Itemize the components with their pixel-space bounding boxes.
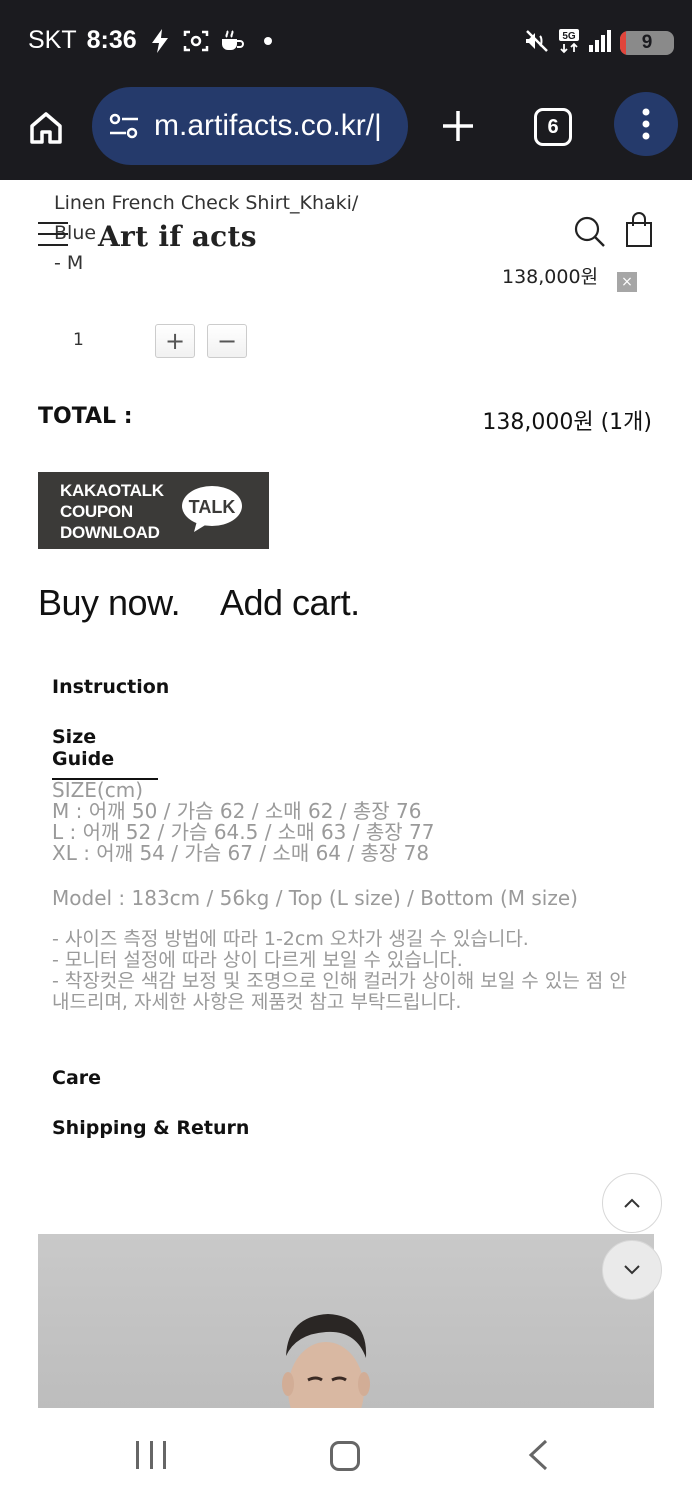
plus-icon[interactable] [436,104,480,148]
tab-switcher-button[interactable]: 6 [534,108,572,146]
url-bar[interactable]: m.artifacts.co.kr/| [92,87,408,165]
tune-icon[interactable] [106,108,142,144]
flash-icon [147,28,173,54]
coupon-line: KAKAOTALK [60,481,164,500]
remove-option-button[interactable]: × [617,272,637,292]
product-photo [38,1234,654,1408]
hamburger-menu-icon[interactable] [38,222,68,250]
tab-care[interactable]: Care [52,1067,101,1089]
quantity-plus-button[interactable]: + [155,324,195,358]
talk-bubble-label: TALK [189,497,236,517]
kakaotalk-coupon-banner[interactable]: KAKAOTALK COUPON DOWNLOAD TALK [38,472,269,549]
network-5g-icon: 5G [558,28,580,58]
system-nav-bar [0,1408,692,1500]
browser-toolbar: m.artifacts.co.kr/| 6 [0,82,692,180]
option-price: 138,000원 [502,266,599,288]
home-icon[interactable] [24,106,68,150]
total-value: 138,000원 (1개) [482,410,652,435]
cafe-icon [219,28,245,54]
size-row: L : 어깨 52 / 가슴 64.5 / 소매 63 / 총장 77 [52,820,435,844]
status-bar: SKT 8:36 5G 9 [0,0,692,82]
page-content: Linen French Check Shirt_Khaki/ Blue - M… [0,180,692,1408]
status-right: 5G 9 [524,28,674,58]
size-row: XL : 어깨 54 / 가슴 67 / 소매 64 / 총장 78 [52,841,430,865]
buy-now-button[interactable]: Buy now. [38,582,181,624]
carrier-label: SKT [28,26,77,54]
shopping-bag-icon[interactable] [624,212,654,248]
notification-dot-icon [255,28,281,54]
signal-icon [588,29,612,57]
url-text[interactable]: m.artifacts.co.kr/| [154,109,382,143]
coupon-line: DOWNLOAD [60,523,160,542]
battery-icon: 9 [620,31,674,55]
coupon-line: COUPON [60,502,133,521]
svg-text:5G: 5G [562,31,576,42]
size-note: - 모니터 설정에 따라 상이 다르게 보일 수 있습니다. [52,949,463,971]
site-logo[interactable]: Art if acts [98,220,257,253]
status-left: SKT 8:36 [28,26,281,55]
size-notes: - 사이즈 측정 방법에 따라 1-2cm 오차가 생길 수 있습니다. - 모… [52,929,636,1013]
size-guide-table: SIZE(cm) M : 어깨 50 / 가슴 62 / 소매 62 / 총장 … [52,780,652,864]
tab-instruction[interactable]: Instruction [52,676,169,698]
battery-level: 9 [641,32,653,53]
clock: 8:36 [86,26,137,54]
search-icon[interactable] [574,216,606,248]
recent-apps-icon[interactable] [136,1441,166,1469]
chevron-down-icon[interactable] [602,1240,662,1300]
tab-size-guide[interactable]: Size Guide [52,726,158,780]
model-info: Model : 183cm / 56kg / Top (L size) / Bo… [52,886,578,910]
quantity-value[interactable]: 1 [73,330,84,350]
size-note: - 착장컷은 색감 보정 및 조명으로 인해 컬러가 상이해 보일 수 있는 점… [52,970,627,1013]
screenshot-icon [183,28,209,54]
tab-count: 6 [547,115,559,138]
total-label: TOTAL : [38,404,133,429]
back-icon[interactable] [526,1438,550,1472]
add-cart-button[interactable]: Add cart. [220,582,360,624]
model-photo-illustration [282,1314,370,1408]
more-vert-icon[interactable] [614,92,678,156]
quantity-minus-button[interactable]: − [207,324,247,358]
size-row: M : 어깨 50 / 가슴 62 / 소매 62 / 총장 76 [52,799,422,823]
size-note: - 사이즈 측정 방법에 따라 1-2cm 오차가 생길 수 있습니다. [52,928,529,950]
nav-home-icon[interactable] [330,1441,360,1471]
mute-icon [524,28,550,58]
coupon-text: KAKAOTALK COUPON DOWNLOAD [60,480,164,543]
talk-bubble-icon: TALK [182,486,242,532]
size-guide-header: SIZE(cm) [52,778,144,802]
tab-shipping-return[interactable]: Shipping & Return [52,1117,249,1139]
chevron-up-icon[interactable] [602,1173,662,1233]
